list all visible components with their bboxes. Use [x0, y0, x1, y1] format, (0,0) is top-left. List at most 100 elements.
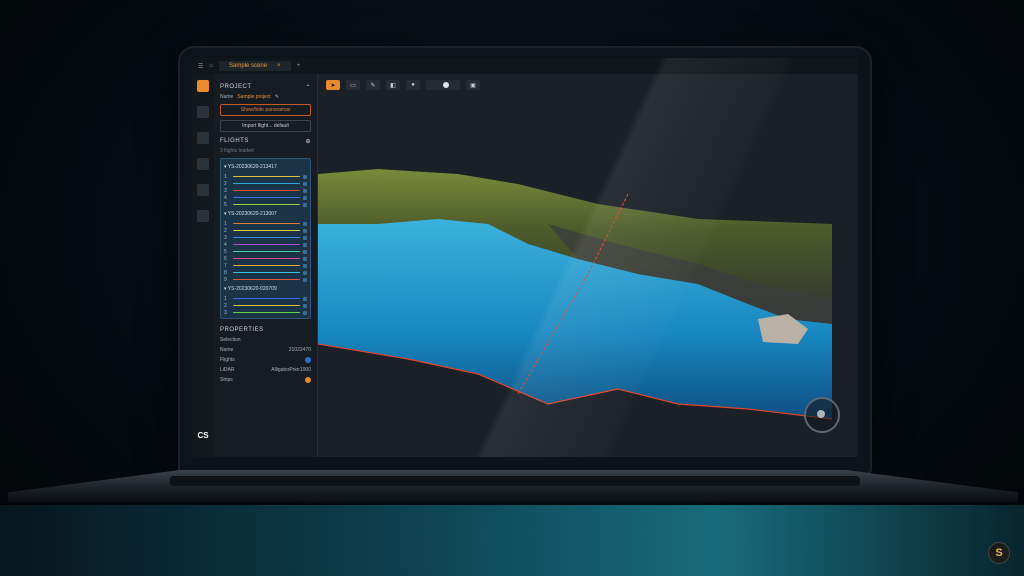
flight-line-color [233, 229, 300, 232]
export-icon[interactable] [197, 210, 209, 222]
settings-icon[interactable] [197, 158, 209, 170]
layers-icon[interactable] [197, 80, 209, 92]
flight-line-color [233, 243, 300, 246]
flight-line-number: 3 [224, 309, 227, 316]
menu-icon[interactable]: ☰ [198, 63, 203, 70]
flight-line[interactable]: 2 [224, 180, 307, 187]
flight-line-color [233, 264, 300, 267]
tab-close-icon[interactable]: × [277, 63, 281, 69]
project-name-row: Name Sample project ✎ [220, 94, 279, 100]
visibility-icon[interactable] [303, 303, 307, 308]
flight-line[interactable]: 3 [224, 309, 307, 316]
flight-line-color [233, 304, 300, 307]
flight-line-color [233, 175, 300, 178]
project-name-value[interactable]: Sample project [237, 94, 270, 100]
flight-group-label: ▾ YS-20230620-213417 [224, 164, 277, 170]
scene: ☰ ⌂ Sample scene × + CS PROJECT ⌃ Name S… [0, 0, 1024, 576]
flight-line-color [233, 257, 300, 260]
visibility-icon[interactable] [303, 235, 307, 240]
app-logo: CS [197, 430, 209, 440]
flight-group-label: ▾ YS-20230620-213007 [224, 211, 277, 217]
import-flight-button[interactable]: Import flight... default [220, 120, 311, 132]
flight-line-color [233, 278, 300, 281]
visibility-icon[interactable] [303, 195, 307, 200]
flight-line-number: 5 [224, 248, 227, 255]
flight-line[interactable]: 1 [224, 220, 307, 227]
flight-line-number: 1 [224, 173, 227, 180]
prop-name-row: Name 21022470 [220, 347, 311, 353]
floor-reflection [0, 505, 1024, 576]
flight-group[interactable]: ▾ YS-20230620-213007 [224, 211, 307, 217]
side-panel: PROJECT ⌃ Name Sample project ✎ Show/hid… [214, 74, 318, 457]
flight-line[interactable]: 6 [224, 255, 307, 262]
flight-line[interactable]: 5 [224, 248, 307, 255]
flight-line[interactable]: 5 [224, 201, 307, 208]
flight-line[interactable]: 7 [224, 262, 307, 269]
visibility-icon[interactable] [303, 270, 307, 275]
tab-label: Sample scene [229, 63, 268, 69]
panoramas-button[interactable]: Show/hide panoramas [220, 104, 311, 116]
measure-icon[interactable] [197, 184, 209, 196]
home-icon[interactable]: ⌂ [209, 63, 213, 69]
flight-line[interactable]: 4 [224, 241, 307, 248]
keyboard [170, 476, 860, 486]
flight-group[interactable]: ▾ YS-20230620-020709 [224, 286, 307, 292]
flight-line-color [233, 222, 300, 225]
flight-line-number: 2 [224, 227, 227, 234]
flight-line-number: 2 [224, 302, 227, 309]
flight-line[interactable]: 8 [224, 269, 307, 276]
visibility-icon[interactable] [303, 228, 307, 233]
flight-group[interactable]: ▾ YS-20230620-213417 [224, 164, 307, 170]
visibility-icon[interactable] [303, 221, 307, 226]
point-cloud [318, 169, 832, 420]
flight-line-number: 1 [224, 295, 227, 302]
visibility-icon[interactable] [303, 188, 307, 193]
visibility-icon[interactable] [303, 310, 307, 315]
flight-line[interactable]: 1 [224, 173, 307, 180]
prop-strips-row[interactable]: Strips [220, 377, 311, 383]
add-flight-icon[interactable]: ⊕ [305, 138, 311, 145]
3d-viewport[interactable]: ➤ ▭ ✎ ◧ ● ▣ [318, 74, 858, 457]
visibility-icon[interactable] [303, 256, 307, 261]
flight-line-color [233, 236, 300, 239]
visibility-icon[interactable] [303, 249, 307, 254]
camera-icon[interactable] [197, 132, 209, 144]
laptop-lid: ☰ ⌂ Sample scene × + CS PROJECT ⌃ Name S… [180, 48, 870, 473]
navigation-gizmo[interactable] [804, 397, 840, 433]
flights-color-dot[interactable] [305, 357, 311, 363]
strips-color-dot[interactable] [305, 377, 311, 383]
visibility-icon[interactable] [303, 242, 307, 247]
properties-section-header: PROPERTIES [220, 327, 264, 333]
visibility-icon[interactable] [303, 174, 307, 179]
tab-scene[interactable]: Sample scene × [219, 61, 291, 71]
add-tab-icon[interactable]: + [297, 63, 301, 69]
flight-line-number: 4 [224, 194, 227, 201]
visibility-icon[interactable] [303, 296, 307, 301]
visibility-icon[interactable] [303, 181, 307, 186]
visibility-icon[interactable] [303, 263, 307, 268]
flights-list: ▾ YS-20230620-213417 1 2 3 4 5 ▾ YS-20230620-2… [220, 158, 311, 319]
visibility-icon[interactable] [303, 277, 307, 282]
selection-row[interactable]: Selection [220, 337, 311, 343]
flight-line-number: 2 [224, 180, 227, 187]
visibility-icon[interactable] [303, 202, 307, 207]
title-bar: ☰ ⌂ Sample scene × + [192, 58, 858, 75]
project-section-header: PROJECT ⌃ [220, 84, 311, 91]
flight-line[interactable]: 9 [224, 276, 307, 283]
flight-line-number: 5 [224, 201, 227, 208]
flight-icon[interactable] [197, 106, 209, 118]
flight-line[interactable]: 2 [224, 227, 307, 234]
flight-line[interactable]: 3 [224, 187, 307, 194]
flight-line[interactable]: 2 [224, 302, 307, 309]
flight-line[interactable]: 4 [224, 194, 307, 201]
flight-line-color [233, 311, 300, 314]
flight-line[interactable]: 3 [224, 234, 307, 241]
flight-line[interactable]: 1 [224, 295, 307, 302]
flight-line-color [233, 271, 300, 274]
flight-line-color [233, 203, 300, 206]
flight-line-number: 8 [224, 269, 227, 276]
tool-rail: CS [192, 74, 215, 457]
edit-icon[interactable]: ✎ [275, 94, 279, 100]
prop-flights-row[interactable]: Flights [220, 357, 311, 363]
collapse-icon[interactable]: ⌃ [305, 84, 311, 91]
